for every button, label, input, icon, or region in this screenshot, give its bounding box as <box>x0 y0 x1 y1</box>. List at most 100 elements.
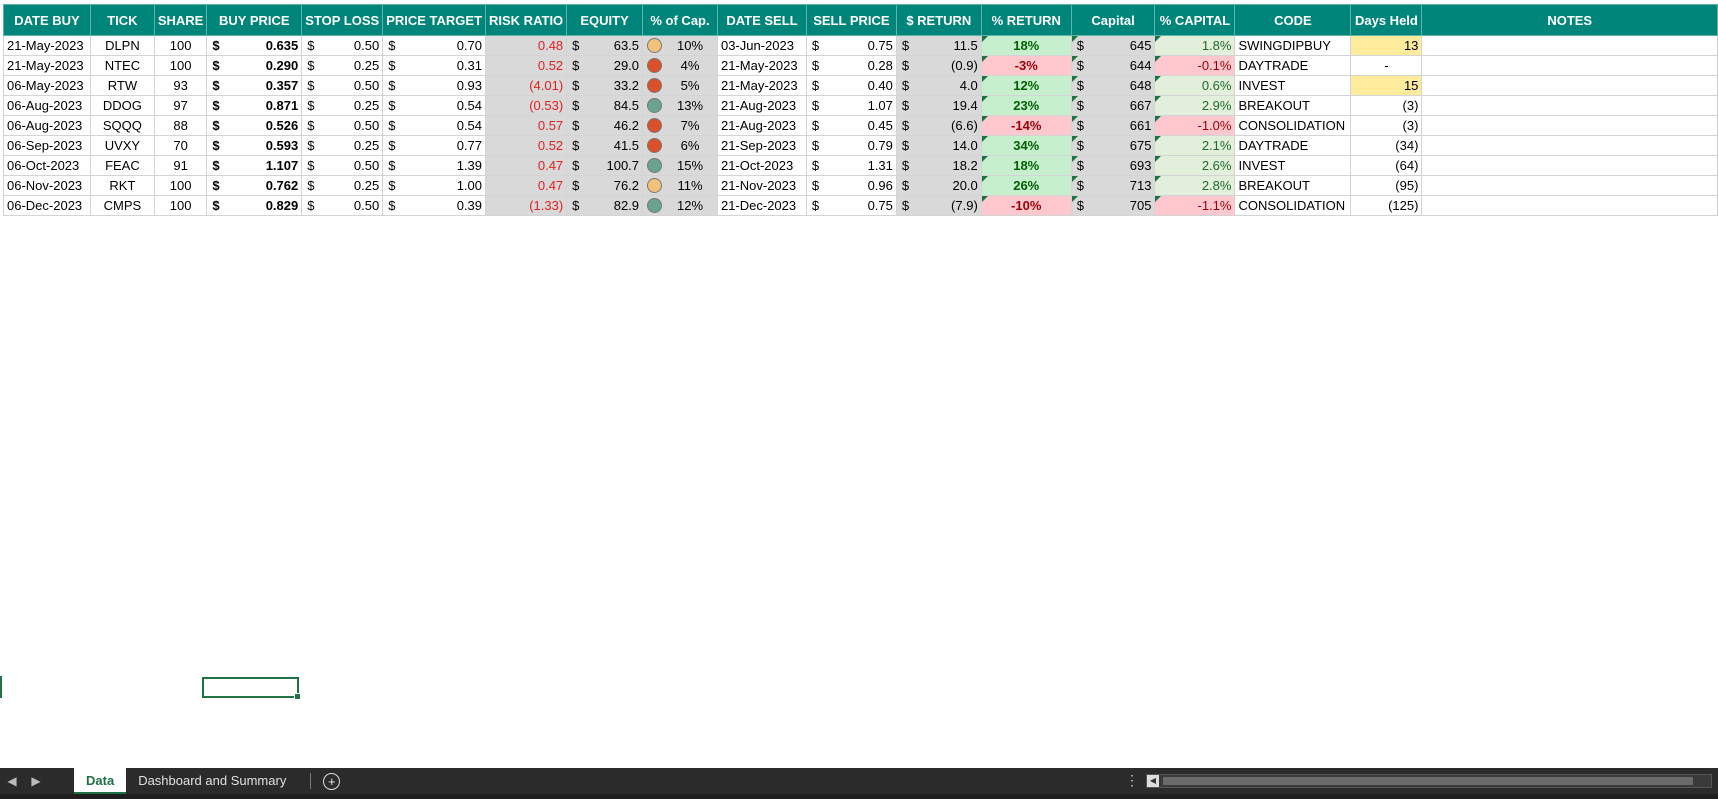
cell-risk-ratio[interactable]: (1.33) <box>485 195 568 216</box>
column-header-of-cap[interactable]: % of Cap. <box>642 4 718 36</box>
cell-notes[interactable] <box>1421 55 1718 76</box>
cell-days-held[interactable]: 15 <box>1350 75 1423 96</box>
cell-risk-ratio[interactable]: 0.57 <box>485 115 568 136</box>
cell-days-held[interactable]: (34) <box>1350 135 1423 156</box>
column-header-risk-ratio[interactable]: RISK RATIO <box>485 4 568 36</box>
cell-notes[interactable] <box>1421 175 1718 196</box>
cell-stop-loss[interactable]: $0.25 <box>301 55 384 76</box>
plus-circle-icon[interactable]: + <box>323 772 341 790</box>
column-header-return[interactable]: $ RETURN <box>895 4 982 36</box>
cell-sell-price[interactable]: $0.79 <box>805 135 897 156</box>
cell-pct-return[interactable]: -10% <box>980 195 1072 216</box>
cell-buy-price[interactable]: $0.829 <box>206 195 303 216</box>
column-header-code[interactable]: CODE <box>1234 4 1352 36</box>
cell-dollar-return[interactable]: $20.0 <box>895 175 982 196</box>
cell-date-sell[interactable]: 21-May-2023 <box>716 75 807 96</box>
column-header-sell-price[interactable]: SELL PRICE <box>805 4 897 36</box>
cell-notes[interactable] <box>1421 155 1718 176</box>
column-header-price-target[interactable]: PRICE TARGET <box>382 4 487 36</box>
cell-risk-ratio[interactable]: 0.47 <box>485 175 568 196</box>
cell-share[interactable]: 100 <box>153 35 208 56</box>
cell-capital[interactable]: $644 <box>1070 55 1156 76</box>
cell-risk-ratio[interactable]: (0.53) <box>485 95 568 116</box>
cell-tick[interactable]: UVXY <box>89 135 155 156</box>
cell-pct-capital[interactable]: 2.6% <box>1154 155 1236 176</box>
cell-pct-of-cap[interactable]: 11% <box>642 175 718 196</box>
cell-code[interactable]: BREAKOUT <box>1234 175 1352 196</box>
cell-risk-ratio[interactable]: 0.48 <box>485 35 568 56</box>
cell-tick[interactable]: RTW <box>89 75 155 96</box>
cell-risk-ratio[interactable]: 0.47 <box>485 155 568 176</box>
cell-capital[interactable]: $693 <box>1070 155 1156 176</box>
cell-date-buy[interactable]: 06-Dec-2023 <box>3 195 91 216</box>
cell-buy-price[interactable]: $0.635 <box>206 35 303 56</box>
cell-stop-loss[interactable]: $0.25 <box>301 175 384 196</box>
cell-tick[interactable]: SQQQ <box>89 115 155 136</box>
cell-price-target[interactable]: $1.39 <box>382 155 487 176</box>
cell-equity[interactable]: $84.5 <box>566 95 644 116</box>
cell-sell-price[interactable]: $1.07 <box>805 95 897 116</box>
cell-code[interactable]: DAYTRADE <box>1234 55 1352 76</box>
cell-pct-of-cap[interactable]: 15% <box>642 155 718 176</box>
cell-risk-ratio[interactable]: 0.52 <box>485 135 568 156</box>
cell-share[interactable]: 93 <box>153 75 208 96</box>
cell-pct-of-cap[interactable]: 10% <box>642 35 718 56</box>
chevron-left-icon[interactable]: ◀ <box>0 774 24 788</box>
sheet-tab-dashboard-and-summary[interactable]: Dashboard and Summary <box>126 768 298 794</box>
cell-price-target[interactable]: $0.39 <box>382 195 487 216</box>
column-header-date-sell[interactable]: DATE SELL <box>716 4 807 36</box>
cell-sell-price[interactable]: $0.45 <box>805 115 897 136</box>
cell-equity[interactable]: $76.2 <box>566 175 644 196</box>
column-header-buy-price[interactable]: BUY PRICE <box>206 4 303 36</box>
cell-buy-price[interactable]: $0.357 <box>206 75 303 96</box>
cell-price-target[interactable]: $0.54 <box>382 115 487 136</box>
column-header-equity[interactable]: EQUITY <box>566 4 644 36</box>
cell-buy-price[interactable]: $0.762 <box>206 175 303 196</box>
column-header-tick[interactable]: TICK <box>89 4 155 36</box>
cell-days-held[interactable]: 13 <box>1350 35 1423 56</box>
cell-code[interactable]: BREAKOUT <box>1234 95 1352 116</box>
cell-capital[interactable]: $661 <box>1070 115 1156 136</box>
chevron-right-icon[interactable]: ▶ <box>24 774 48 788</box>
vertical-dots-icon[interactable]: ⋮ <box>1125 772 1139 789</box>
scrollbar-thumb[interactable] <box>1163 777 1693 785</box>
cell-days-held[interactable]: (95) <box>1350 175 1423 196</box>
cell-date-sell[interactable]: 03-Jun-2023 <box>716 35 807 56</box>
cell-days-held[interactable]: (3) <box>1350 115 1423 136</box>
cell-tick[interactable]: CMPS <box>89 195 155 216</box>
cell-price-target[interactable]: $0.70 <box>382 35 487 56</box>
cell-capital[interactable]: $645 <box>1070 35 1156 56</box>
cell-stop-loss[interactable]: $0.50 <box>301 75 384 96</box>
cell-days-held[interactable]: (125) <box>1350 195 1423 216</box>
cell-sell-price[interactable]: $0.28 <box>805 55 897 76</box>
cell-tick[interactable]: NTEC <box>89 55 155 76</box>
cell-date-sell[interactable]: 21-Aug-2023 <box>716 95 807 116</box>
cell-dollar-return[interactable]: $19.4 <box>895 95 982 116</box>
cell-date-buy[interactable]: 21-May-2023 <box>3 55 91 76</box>
column-header-capital[interactable]: % CAPITAL <box>1154 4 1236 36</box>
column-header-share[interactable]: SHARE <box>153 4 208 36</box>
cell-date-buy[interactable]: 06-Sep-2023 <box>3 135 91 156</box>
cell-pct-capital[interactable]: 2.9% <box>1154 95 1236 116</box>
cell-date-sell[interactable]: 21-Dec-2023 <box>716 195 807 216</box>
column-header-stop-loss[interactable]: STOP LOSS <box>301 4 384 36</box>
cell-date-buy[interactable]: 06-Aug-2023 <box>3 95 91 116</box>
cell-equity[interactable]: $29.0 <box>566 55 644 76</box>
cell-share[interactable]: 70 <box>153 135 208 156</box>
cell-equity[interactable]: $33.2 <box>566 75 644 96</box>
cell-equity[interactable]: $63.5 <box>566 35 644 56</box>
cell-pct-of-cap[interactable]: 6% <box>642 135 718 156</box>
cell-sell-price[interactable]: $0.75 <box>805 195 897 216</box>
cell-date-buy[interactable]: 21-May-2023 <box>3 35 91 56</box>
cell-days-held[interactable]: (64) <box>1350 155 1423 176</box>
cell-pct-return[interactable]: 18% <box>980 35 1072 56</box>
cell-date-sell[interactable]: 21-Aug-2023 <box>716 115 807 136</box>
cell-code[interactable]: INVEST <box>1234 155 1352 176</box>
cell-dollar-return[interactable]: $14.0 <box>895 135 982 156</box>
cell-risk-ratio[interactable]: 0.52 <box>485 55 568 76</box>
cell-capital[interactable]: $675 <box>1070 135 1156 156</box>
cell-notes[interactable] <box>1421 115 1718 136</box>
cell-date-buy[interactable]: 06-Aug-2023 <box>3 115 91 136</box>
cell-tick[interactable]: FEAC <box>89 155 155 176</box>
cell-days-held[interactable]: - <box>1350 55 1423 76</box>
